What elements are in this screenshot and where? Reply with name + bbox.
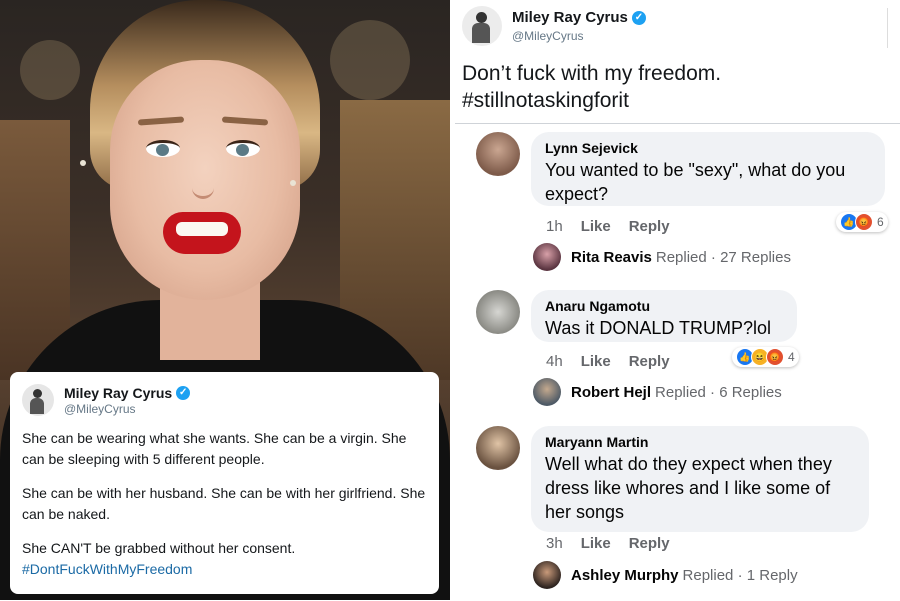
like-button[interactable]: Like xyxy=(581,218,611,235)
verified-badge-icon: ✓ xyxy=(631,10,646,25)
tweet-card-overlay: Miley Ray Cyrus ✓ @MileyCyrus She can be… xyxy=(10,372,439,594)
tweet-author[interactable]: Miley Ray Cyrus ✓ xyxy=(64,384,191,401)
commenter-avatar[interactable] xyxy=(476,290,520,334)
replies-link[interactable]: Ashley Murphy Replied · 1 Reply xyxy=(533,561,798,589)
comment-time[interactable]: 1h xyxy=(546,218,563,235)
earring xyxy=(80,160,86,166)
author-name: Miley Ray Cyrus xyxy=(64,384,173,401)
reply-count: Replied · 6 Replies xyxy=(655,383,782,401)
comment-bubble: Lynn Sejevick You wanted to be "sexy", w… xyxy=(531,132,885,206)
tweet-body: She can be wearing what she wants. She c… xyxy=(22,428,427,580)
comment-actions: 3h Like Reply xyxy=(546,535,670,552)
avatar[interactable] xyxy=(462,6,502,46)
tweet-header: Miley Ray Cyrus ✓ @MileyCyrus xyxy=(22,380,427,420)
verified-badge-icon: ✓ xyxy=(176,385,191,400)
left-eye xyxy=(146,140,180,157)
hashtag-link[interactable]: #DontFuckWithMyFreedom xyxy=(22,559,427,580)
follow-button-edge[interactable] xyxy=(887,8,900,48)
tweet-paragraph: She can be wearing what she wants. She c… xyxy=(22,430,407,467)
reply-count: Replied · 1 Reply xyxy=(682,566,798,584)
comment-text: Well what do they expect when they dress… xyxy=(545,454,832,522)
reply-button[interactable]: Reply xyxy=(629,218,670,235)
replier-avatar xyxy=(533,561,561,589)
smile-teeth xyxy=(176,222,228,236)
replies-link[interactable]: Rita Reavis Replied · 27 Replies xyxy=(533,243,791,271)
author-handle[interactable]: @MileyCyrus xyxy=(512,29,646,43)
reply-button[interactable]: Reply xyxy=(629,353,670,370)
angry-reaction-icon: 😡 xyxy=(766,348,784,366)
comments-panel: Miley Ray Cyrus ✓ @MileyCyrus Don’t fuck… xyxy=(450,0,900,601)
background-light xyxy=(330,20,410,100)
reply-button[interactable]: Reply xyxy=(629,535,670,552)
comment-time[interactable]: 4h xyxy=(546,353,563,370)
replier-name: Robert Hejl xyxy=(571,383,652,401)
tweet-header: Miley Ray Cyrus ✓ @MileyCyrus xyxy=(462,6,646,46)
replier-name: Rita Reavis xyxy=(571,248,652,266)
replies-link[interactable]: Robert Hejl Replied · 6 Replies xyxy=(533,378,782,406)
facebook-comment-thread: Lynn Sejevick You wanted to be "sexy", w… xyxy=(455,123,900,601)
right-eye xyxy=(226,140,260,157)
author-handle[interactable]: @MileyCyrus xyxy=(64,402,190,416)
tweet-text: Don’t fuck with my freedom. #stillnotask… xyxy=(462,60,721,114)
commenter-avatar[interactable] xyxy=(476,426,520,470)
earring xyxy=(290,180,296,186)
tweet-paragraph: She CAN'T be grabbed without her consent… xyxy=(22,540,296,556)
background-light xyxy=(20,40,80,100)
comment-author[interactable]: Lynn Sejevick xyxy=(545,140,871,156)
nose xyxy=(192,160,214,199)
angry-reaction-icon: 😡 xyxy=(855,213,873,231)
comment-time[interactable]: 3h xyxy=(546,535,563,552)
reaction-count: 6 xyxy=(877,215,884,229)
tweet-author[interactable]: Miley Ray Cyrus ✓ xyxy=(512,9,646,26)
like-button[interactable]: Like xyxy=(581,353,611,370)
replier-avatar xyxy=(533,243,561,271)
avatar[interactable] xyxy=(22,384,54,416)
like-button[interactable]: Like xyxy=(581,535,611,552)
comment-bubble: Maryann Martin Well what do they expect … xyxy=(531,426,869,532)
comment-bubble: Anaru Ngamotu Was it DONALD TRUMP?lol xyxy=(531,290,797,342)
comment-author[interactable]: Maryann Martin xyxy=(545,434,855,450)
hashtag[interactable]: #stillnotaskingforit xyxy=(462,87,721,114)
author-name: Miley Ray Cyrus xyxy=(512,9,628,26)
tweet-text-line: Don’t fuck with my freedom. xyxy=(462,62,722,85)
replier-name: Ashley Murphy xyxy=(571,566,679,584)
commenter-avatar[interactable] xyxy=(476,132,520,176)
comment-author[interactable]: Anaru Ngamotu xyxy=(545,298,783,314)
comment-text: You wanted to be "sexy", what do you exp… xyxy=(545,160,846,204)
reply-count: Replied · 27 Replies xyxy=(655,248,791,266)
replier-avatar xyxy=(533,378,561,406)
tweet-paragraph: She can be with her husband. She can be … xyxy=(22,485,426,522)
reaction-summary[interactable]: 👍 😡 6 xyxy=(836,212,888,232)
celebrity-photo: Miley Ray Cyrus ✓ @MileyCyrus She can be… xyxy=(0,0,450,600)
comment-actions: 1h Like Reply xyxy=(546,218,670,235)
comment-actions: 4h Like Reply xyxy=(546,353,670,370)
reaction-count: 4 xyxy=(788,350,795,364)
reaction-summary[interactable]: 👍 😆 😡 4 xyxy=(732,347,799,367)
comment-text: Was it DONALD TRUMP?lol xyxy=(545,318,772,338)
